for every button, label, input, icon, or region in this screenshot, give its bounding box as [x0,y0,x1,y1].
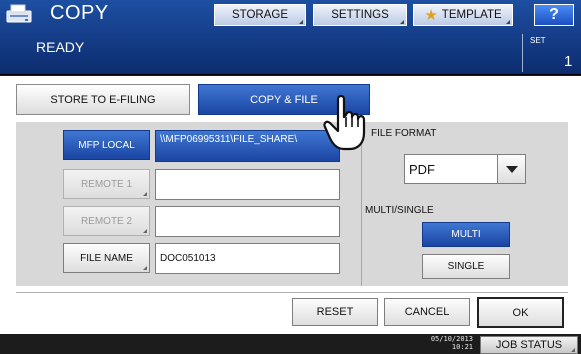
copier-icon [6,4,32,23]
set-label: SET [530,36,546,45]
help-button[interactable]: ? [534,4,574,26]
file-format-value: PDF [409,162,435,177]
submenu-corner-icon [143,192,147,196]
tab-store-to-efiling[interactable]: STORE TO E-FILING [16,84,190,115]
settings-button-label: SETTINGS [331,9,389,21]
date-text: 05/10/2013 [430,335,473,343]
date-time: 05/10/2013 10:21 [415,335,473,351]
tab-copy-and-file[interactable]: COPY & FILE [198,84,370,115]
multi-button[interactable]: MULTI [422,222,510,247]
ok-button[interactable]: OK [477,297,564,328]
submenu-corner-icon [143,266,147,270]
submenu-corner-icon [400,20,404,24]
divider [16,292,568,293]
footer-bar: 05/10/2013 10:21 JOB STATUS [0,334,581,354]
mfp-local-label: MFP LOCAL [78,139,135,151]
mfp-local-path-field[interactable]: \\MFP06995311\FILE_SHARE\ [155,130,340,162]
mfp-local-button[interactable]: MFP LOCAL [63,130,150,160]
job-status-button[interactable]: JOB STATUS [480,336,578,354]
single-button[interactable]: SINGLE [422,254,510,279]
settings-area: MFP LOCAL \\MFP06995311\FILE_SHARE\ REMO… [16,122,568,286]
remote-2-label: REMOTE 2 [80,215,133,227]
time-text: 10:21 [451,343,473,351]
file-name-button[interactable]: FILE NAME [63,243,150,273]
header-bar: COPY STORAGE SETTINGS ★ TEMPLATE ? READY… [0,0,581,75]
divider [522,34,523,72]
storage-button[interactable]: STORAGE [214,4,306,26]
remote-2-path-field[interactable] [155,206,340,237]
submenu-corner-icon [143,229,147,233]
app-title: COPY [50,2,109,24]
template-button-label: TEMPLATE [441,9,502,21]
dropdown-arrow-icon[interactable] [497,155,525,183]
multi-single-label: MULTI/SINGLE [365,205,434,216]
remote-1-path-field[interactable] [155,169,340,200]
file-format-label: FILE FORMAT [371,128,437,139]
file-format-select[interactable]: PDF [404,154,526,184]
star-icon: ★ [424,7,438,24]
file-name-label: FILE NAME [80,252,133,264]
job-status-label: JOB STATUS [495,339,563,351]
reset-button[interactable]: RESET [292,298,378,326]
storage-button-label: STORAGE [231,9,289,21]
cancel-button[interactable]: CANCEL [384,298,470,326]
template-button[interactable]: ★ TEMPLATE [413,4,513,26]
column-divider [361,122,362,286]
submenu-corner-icon [571,348,575,352]
file-name-field[interactable]: DOC051013 [155,243,340,274]
set-count: 1 [564,53,573,70]
status-message: READY [36,39,85,55]
remote-1-label: REMOTE 1 [80,178,133,190]
submenu-corner-icon [506,20,510,24]
main-panel: STORE TO E-FILING COPY & FILE MFP LOCAL … [0,76,581,334]
remote-2-button[interactable]: REMOTE 2 [63,206,150,236]
remote-1-button[interactable]: REMOTE 1 [63,169,150,199]
submenu-corner-icon [299,20,303,24]
settings-button[interactable]: SETTINGS [313,4,407,26]
